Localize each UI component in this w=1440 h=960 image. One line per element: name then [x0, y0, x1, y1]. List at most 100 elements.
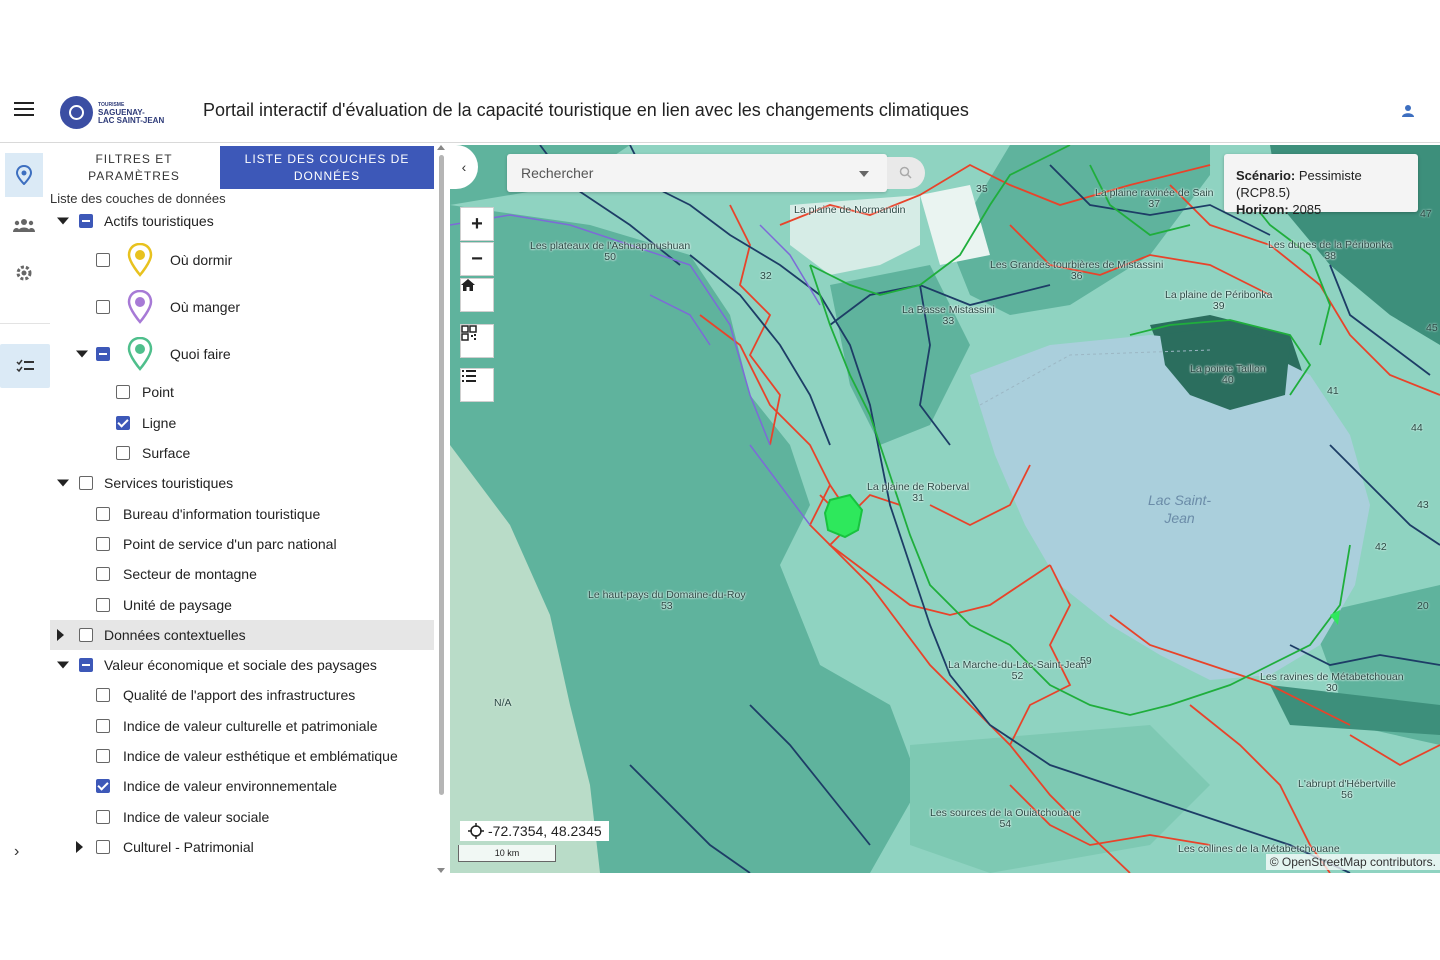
chevron-right-icon[interactable] — [76, 840, 83, 853]
layer-label: Services touristiques — [104, 475, 234, 492]
pin-purple-icon — [127, 289, 153, 324]
tab-filters[interactable]: FILTRES ET PARAMÈTRES — [50, 146, 218, 189]
layer-label: Indice de valeur culturelle et patrimoni… — [123, 717, 378, 734]
expand-rail-icon[interactable]: › — [14, 843, 19, 861]
map-attribution[interactable]: © OpenStreetMap contributors. — [1265, 854, 1440, 870]
layer-checkbox[interactable] — [96, 779, 110, 794]
home-button[interactable] — [460, 278, 494, 312]
layer-tree-row[interactable]: Qualité de l'apport des infrastructures — [50, 680, 434, 710]
layer-tree-row[interactable]: Indice de valeur sociale — [50, 801, 434, 831]
list-icon — [462, 370, 476, 382]
layer-checkbox[interactable] — [79, 476, 93, 491]
layer-tree-row[interactable]: Valeur économique et sociale des paysage… — [50, 650, 434, 680]
layer-label: Secteur de montagne — [123, 566, 257, 583]
chevron-right-icon[interactable] — [57, 628, 64, 641]
tab-layers[interactable]: LISTE DES COUCHES DE DONNÉES — [220, 146, 434, 189]
scroll-thumb[interactable] — [439, 155, 444, 795]
chevron-down-icon[interactable] — [57, 217, 69, 225]
zone-number: 35 — [976, 183, 988, 195]
people-icon[interactable] — [5, 203, 43, 247]
zone-number: 32 — [760, 270, 772, 282]
layer-checkbox[interactable] — [96, 252, 110, 267]
layer-tree-row[interactable]: Indice de valeur esthétique et emblémati… — [50, 741, 434, 771]
panel-scrollbar[interactable] — [436, 145, 446, 873]
layer-tree-row[interactable]: Bureau d'information touristique — [50, 498, 434, 528]
zoom-out-button[interactable]: − — [460, 242, 494, 276]
layer-tree-row[interactable]: Point de service d'un parc national — [50, 529, 434, 559]
na-label: N/A — [494, 697, 512, 709]
layer-checkbox[interactable] — [79, 627, 93, 642]
layer-label: Point — [142, 384, 174, 401]
layer-checkbox[interactable] — [96, 597, 110, 612]
layer-checkbox[interactable] — [96, 688, 110, 703]
layer-checkbox[interactable] — [79, 214, 93, 229]
user-icon[interactable] — [1402, 104, 1414, 118]
layer-label: Valeur économique et sociale des paysage… — [104, 657, 377, 674]
layer-checkbox[interactable] — [116, 446, 130, 461]
layer-checkbox[interactable] — [96, 839, 110, 854]
layer-label: Bureau d'information touristique — [123, 505, 321, 522]
region-label: Les dunes de la Péribonka 38 — [1268, 239, 1393, 262]
settings-icon[interactable] — [5, 251, 43, 295]
layer-label: Ligne — [142, 414, 177, 431]
chevron-down-icon[interactable] — [57, 661, 69, 669]
search-field[interactable]: Rechercher — [507, 154, 887, 192]
layer-tree-row[interactable]: Surface — [50, 438, 434, 468]
region-label: La plaine de Normandin — [794, 204, 906, 216]
layer-tree-row[interactable]: Services touristiques — [50, 468, 434, 498]
crosshair-icon — [468, 823, 484, 839]
layer-tree-row[interactable]: Secteur de montagne — [50, 559, 434, 589]
legend-button[interactable] — [460, 368, 494, 402]
layer-tree-row[interactable]: Quoi faire — [50, 330, 434, 377]
layer-label: Qualité de l'apport des infrastructures — [123, 687, 356, 704]
layer-checkbox[interactable] — [79, 658, 93, 673]
layer-tree-row[interactable]: Données contextuelles — [50, 619, 434, 650]
layer-label: Où manger — [170, 298, 241, 315]
zone-number: 45 — [1426, 322, 1438, 334]
search-button[interactable] — [887, 157, 925, 189]
region-label: La pointe Taillon 40 — [1190, 363, 1266, 386]
chevron-down-icon[interactable] — [76, 350, 88, 358]
layer-checkbox[interactable] — [96, 536, 110, 551]
left-rail: › — [0, 143, 51, 873]
qr-code-button[interactable] — [460, 324, 494, 358]
checklist-icon[interactable] — [0, 344, 50, 388]
search-icon — [899, 166, 912, 179]
layer-tree-row[interactable]: Ligne — [50, 408, 434, 438]
map-view[interactable]: La plaine de Normandin Les plateaux de l… — [450, 145, 1440, 873]
layer-tree-row[interactable]: Unité de paysage — [50, 589, 434, 619]
zone-number: 42 — [1375, 541, 1387, 553]
zoom-in-button[interactable]: + — [460, 207, 494, 241]
layer-checkbox[interactable] — [96, 809, 110, 824]
layer-checkbox[interactable] — [116, 385, 130, 400]
layer-tree-row[interactable]: Culturel - Patrimonial — [50, 832, 434, 862]
layer-label: Indice de valeur esthétique et emblémati… — [123, 748, 398, 764]
layer-tree-row[interactable]: Où manger — [50, 283, 434, 330]
chevron-down-icon[interactable] — [57, 479, 69, 487]
layer-checkbox[interactable] — [96, 506, 110, 521]
layer-tree-row[interactable]: Point — [50, 377, 434, 407]
layer-checkbox[interactable] — [96, 299, 110, 314]
scenario-box: Scénario: Pessimiste (RCP8.5) Horizon: 2… — [1224, 154, 1418, 217]
layer-label: Culturel - Patrimonial — [123, 838, 254, 855]
layer-tree-row[interactable]: Où dormir — [50, 236, 434, 283]
layer-tree-row[interactable]: Indice de valeur culturelle et patrimoni… — [50, 711, 434, 741]
app-header: TOURISME SAGUENAY- LAC SAINT-JEAN Portai… — [0, 82, 1440, 143]
coordinates-readout: -72.7354, 48.2345 — [460, 821, 609, 841]
layer-checkbox[interactable] — [96, 567, 110, 582]
layer-tree-row[interactable]: Actifs touristiques — [50, 206, 434, 236]
layer-tree: Actifs touristiques Où dormir Où manger Quo… — [50, 206, 434, 862]
layer-checkbox[interactable] — [116, 415, 130, 430]
region-label: La Basse Mistassini 33 — [902, 304, 995, 327]
layer-label: Indice de valeur environnementale — [123, 778, 338, 795]
layer-checkbox[interactable] — [96, 749, 110, 763]
chevron-down-icon[interactable] — [859, 171, 869, 177]
menu-icon[interactable] — [14, 102, 34, 118]
scale-bar: 10 km — [458, 845, 556, 862]
map-pin-icon[interactable] — [5, 153, 43, 197]
layer-checkbox[interactable] — [96, 346, 110, 361]
layer-checkbox[interactable] — [96, 718, 110, 733]
layer-tree-row[interactable]: Indice de valeur environnementale — [50, 771, 434, 801]
qr-code-icon — [461, 325, 477, 341]
search-input[interactable]: Rechercher — [521, 165, 593, 181]
